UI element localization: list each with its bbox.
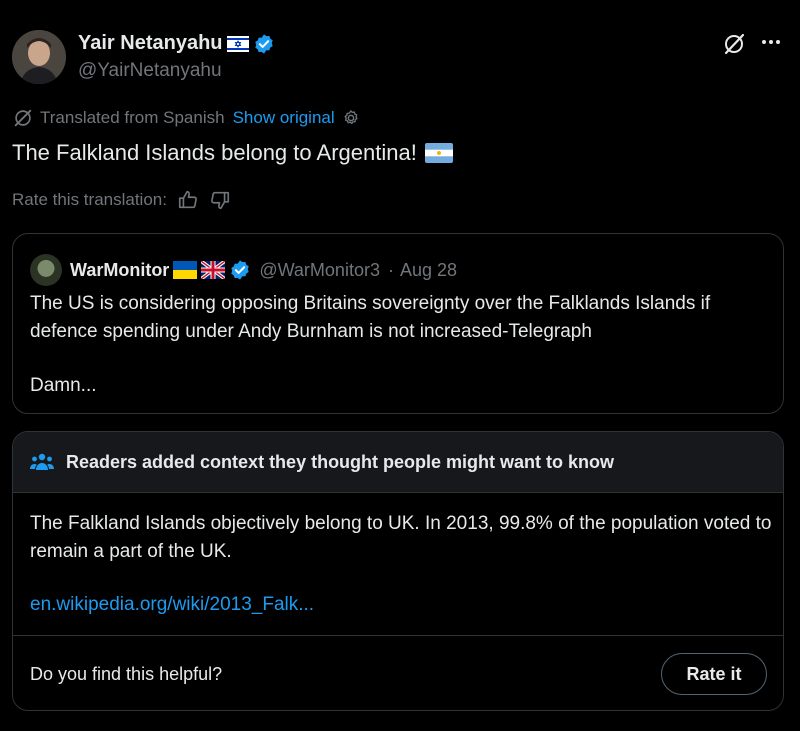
uk-flag-icon — [201, 261, 226, 279]
rate-translation-label: Rate this translation: — [12, 190, 167, 209]
quoted-author-name[interactable]: WarMonitor — [70, 260, 169, 281]
verified-badge-icon[interactable] — [253, 33, 275, 55]
quoted-date[interactable]: Aug 28 — [400, 260, 457, 281]
grok-icon[interactable] — [722, 32, 746, 56]
community-note: Readers added context they thought peopl… — [12, 431, 784, 711]
more-options-icon[interactable] — [758, 32, 784, 52]
post-text: The Falkland Islands belong to Argentina… — [12, 140, 453, 166]
show-original-link[interactable]: Show original — [233, 108, 335, 128]
helpful-question: Do you find this helpful? — [30, 663, 223, 684]
gear-icon[interactable] — [341, 108, 361, 128]
thumbs-up-icon[interactable] — [177, 189, 199, 211]
israel-flag-icon — [226, 35, 249, 52]
thumbs-down-icon[interactable] — [209, 189, 231, 211]
people-icon — [30, 453, 54, 470]
quoted-author-avatar[interactable] — [30, 254, 62, 286]
quoted-post-header: WarMonitor @WarMonitor3 · Aug 28 — [30, 254, 457, 286]
ukraine-flag-icon — [173, 261, 198, 279]
community-note-title: Readers added context they thought peopl… — [66, 451, 615, 472]
community-note-body: The Falkland Islands objectively belong … — [30, 513, 772, 562]
post: Yair Netanyahu @YairNetanyahu Translated… — [0, 0, 800, 731]
quoted-text-line-1: The US is considering opposing Britains … — [30, 293, 711, 342]
translate-icon — [14, 109, 32, 127]
verified-badge-icon[interactable] — [229, 259, 251, 281]
quoted-separator: · — [387, 259, 394, 280]
quoted-author-handle[interactable]: @WarMonitor3 — [259, 260, 380, 281]
argentina-flag-icon — [424, 143, 453, 163]
community-note-link[interactable]: en.wikipedia.org/wiki/2013_Falk... — [30, 594, 314, 616]
community-note-footer: Do you find this helpful? Rate it — [13, 635, 783, 710]
quoted-post-text: The US is considering opposing Britains … — [30, 290, 775, 400]
rate-translation-row: Rate this translation: — [12, 189, 231, 211]
quoted-post[interactable]: WarMonitor @WarMonitor3 · Aug 28 The US … — [12, 233, 784, 414]
community-note-header: Readers added context they thought peopl… — [13, 432, 783, 493]
author-name-line: Yair Netanyahu — [78, 32, 275, 55]
translation-row: Translated from Spanish Show original — [12, 107, 361, 129]
post-text-content: The Falkland Islands belong to Argentina… — [12, 140, 417, 165]
rate-it-button[interactable]: Rate it — [661, 653, 767, 695]
author-name[interactable]: Yair Netanyahu — [78, 32, 223, 55]
quoted-text-line-2: Damn... — [30, 375, 97, 396]
author-handle[interactable]: @YairNetanyahu — [78, 60, 222, 82]
author-avatar[interactable] — [12, 30, 66, 84]
translated-label: Translated from Spanish — [40, 108, 225, 127]
